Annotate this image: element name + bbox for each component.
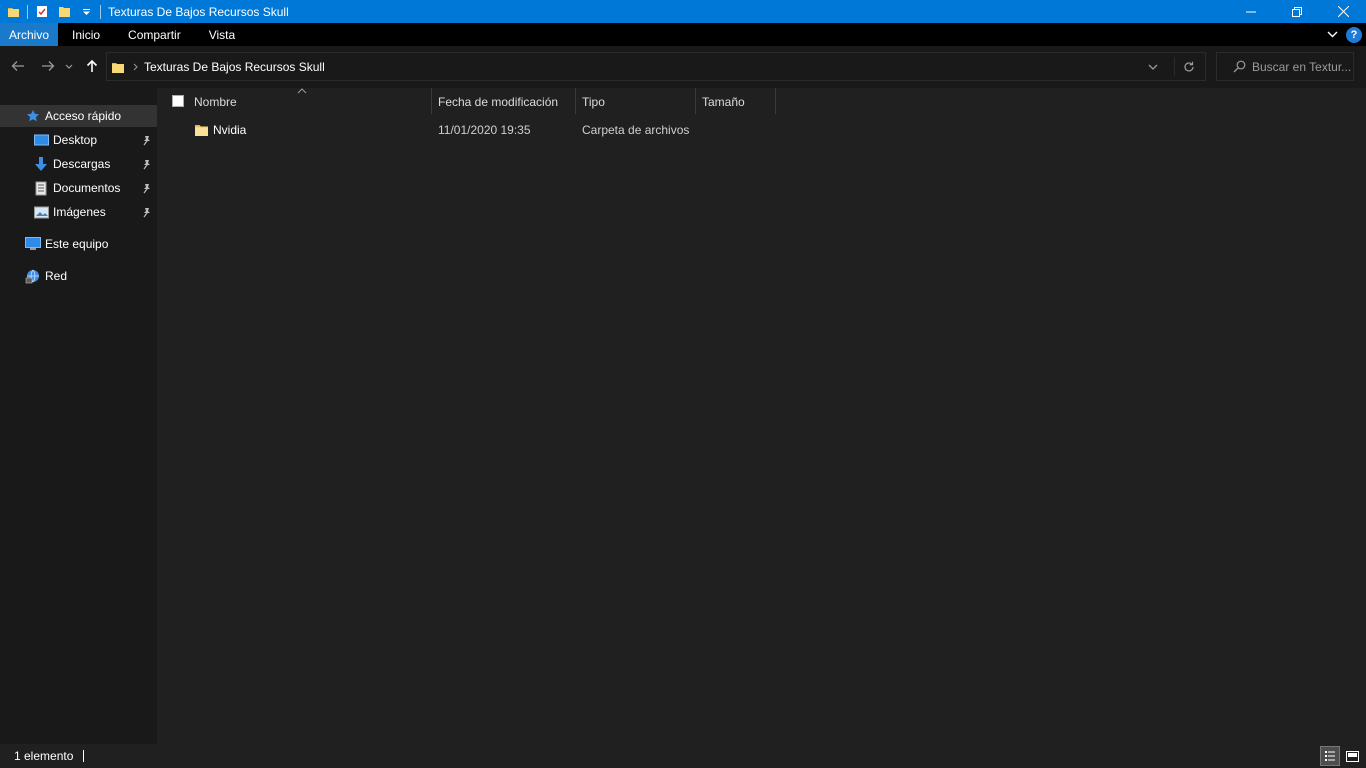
refresh-button[interactable] — [1177, 53, 1201, 80]
divider — [27, 4, 28, 19]
new-folder-icon[interactable] — [57, 5, 71, 19]
search-icon — [1233, 60, 1246, 73]
item-count: 1 elemento — [14, 749, 74, 763]
recent-locations-button[interactable] — [62, 56, 76, 76]
folder-icon[interactable] — [6, 5, 20, 19]
sidebar-item-documentos[interactable]: Documentos — [0, 177, 157, 199]
column-header-type[interactable]: Tipo — [582, 88, 605, 115]
navigation-pane: Acceso rápido Desktop Descargas Document… — [0, 88, 157, 744]
folder-icon — [111, 60, 125, 74]
status-divider — [83, 750, 85, 762]
file-name[interactable]: Nvidia — [213, 119, 246, 141]
up-button[interactable] — [82, 56, 102, 76]
window-controls — [1228, 0, 1366, 23]
column-divider[interactable] — [695, 88, 696, 114]
column-divider[interactable] — [431, 88, 432, 114]
back-button[interactable] — [8, 56, 28, 76]
column-header-size[interactable]: Tamaño — [702, 88, 745, 115]
pictures-icon — [32, 204, 50, 220]
restore-button[interactable] — [1274, 0, 1320, 23]
search-box[interactable] — [1216, 52, 1354, 81]
column-divider[interactable] — [575, 88, 576, 114]
breadcrumb-chevron-icon[interactable] — [133, 63, 138, 71]
sidebar-item-descargas[interactable]: Descargas — [0, 153, 157, 175]
sidebar-item-label: Red — [45, 269, 68, 283]
pin-icon[interactable] — [141, 205, 153, 219]
folder-icon — [194, 119, 209, 141]
minimize-button[interactable] — [1228, 0, 1274, 23]
tab-archivo[interactable]: Archivo — [0, 23, 59, 46]
divider — [1174, 57, 1175, 76]
customize-toolbar-icon[interactable] — [79, 5, 93, 19]
sidebar-item-este-equipo[interactable]: Este equipo — [0, 233, 157, 255]
ribbon-tabs: Archivo Inicio Compartir Vista ? — [0, 23, 1366, 46]
file-list: Nombre Fecha de modificación Tipo Tamaño… — [159, 88, 1366, 744]
forward-button[interactable] — [38, 56, 58, 76]
close-button[interactable] — [1320, 0, 1366, 23]
file-row[interactable]: Nvidia 11/01/2020 19:35 Carpeta de archi… — [159, 119, 779, 141]
sidebar-item-quick-access[interactable]: Acceso rápido — [0, 105, 157, 127]
ribbon-controls: ? — [1327, 23, 1366, 46]
sidebar-item-imagenes[interactable]: Imágenes — [0, 201, 157, 223]
view-switcher — [1320, 746, 1362, 766]
column-header-name[interactable]: Nombre — [194, 88, 237, 115]
sidebar-item-red[interactable]: Red — [0, 265, 157, 287]
download-icon — [32, 156, 50, 172]
large-icons-view-icon[interactable] — [1342, 746, 1362, 766]
tab-inicio[interactable]: Inicio — [58, 23, 114, 46]
divider — [100, 4, 101, 19]
title-bar: Texturas De Bajos Recursos Skull — [0, 0, 1366, 23]
window-title: Texturas De Bajos Recursos Skull — [108, 4, 289, 19]
quick-access-toolbar — [0, 0, 104, 23]
status-bar: 1 elemento — [0, 744, 1366, 768]
column-divider[interactable] — [775, 88, 776, 114]
breadcrumb-current-folder[interactable]: Texturas De Bajos Recursos Skull — [144, 60, 325, 74]
pin-icon[interactable] — [141, 157, 153, 171]
tab-compartir[interactable]: Compartir — [114, 23, 195, 46]
pin-icon[interactable] — [141, 133, 153, 147]
sidebar-item-label: Imágenes — [53, 205, 106, 219]
star-icon — [24, 108, 42, 124]
navigation-bar: Texturas De Bajos Recursos Skull — [0, 46, 1366, 88]
select-all-checkbox[interactable] — [172, 95, 184, 107]
address-history-button[interactable] — [1141, 53, 1165, 80]
pin-icon[interactable] — [141, 181, 153, 195]
sort-ascending-icon — [297, 88, 307, 94]
document-icon — [32, 180, 50, 196]
details-view-icon[interactable] — [1320, 746, 1340, 766]
network-icon — [24, 268, 42, 284]
file-type: Carpeta de archivos — [582, 123, 690, 137]
sidebar-item-label: Acceso rápido — [45, 109, 122, 123]
sidebar-item-label: Descargas — [53, 157, 111, 171]
computer-icon — [24, 236, 42, 252]
sidebar-item-label: Documentos — [53, 181, 121, 195]
file-modified: 11/01/2020 19:35 — [438, 123, 531, 137]
properties-icon[interactable] — [35, 5, 49, 19]
sidebar-item-desktop[interactable]: Desktop — [0, 129, 157, 151]
desktop-icon — [32, 132, 50, 148]
address-bar[interactable]: Texturas De Bajos Recursos Skull — [106, 52, 1206, 81]
column-header-modified[interactable]: Fecha de modificación — [438, 88, 558, 115]
sidebar-item-label: Este equipo — [45, 237, 109, 251]
search-input[interactable] — [1252, 59, 1352, 74]
tab-vista[interactable]: Vista — [195, 23, 249, 46]
sidebar-item-label: Desktop — [53, 133, 98, 147]
help-icon[interactable]: ? — [1346, 26, 1362, 43]
expand-ribbon-icon[interactable] — [1327, 31, 1338, 38]
